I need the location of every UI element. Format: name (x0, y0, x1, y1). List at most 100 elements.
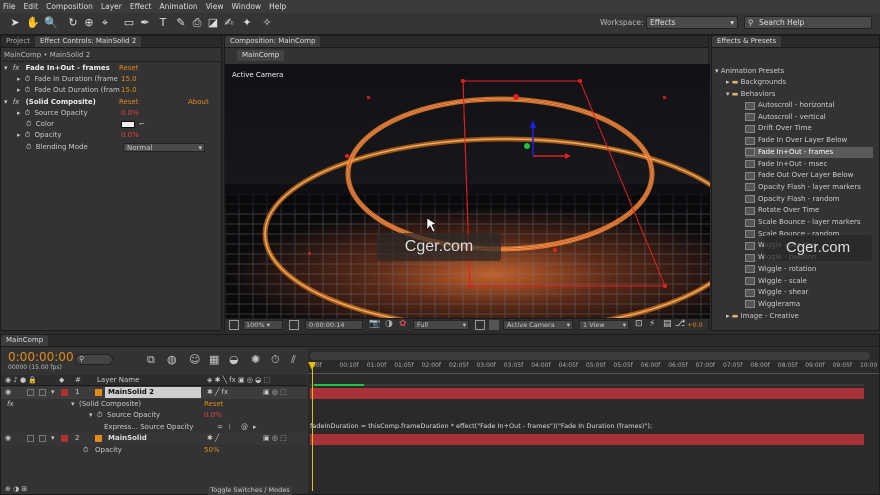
preset-item[interactable]: Autoscroll - horizontal (745, 100, 873, 111)
stopwatch-icon[interactable]: ⏱ (83, 445, 88, 456)
time-graph[interactable]: 00f 00:10f 01:00f 01:05f 02:00f 02:05f 03:00f 0… (308, 348, 879, 494)
snapshot-icon[interactable]: 📷 (369, 319, 380, 329)
preset-item[interactable]: Fade Out Over Layer Below (745, 170, 873, 181)
show-snapshot-icon[interactable]: ◑ (385, 319, 393, 329)
solo-box[interactable] (27, 389, 34, 396)
menu-effect[interactable]: Effect (130, 2, 152, 11)
expand-arrow-icon[interactable]: ▸ (17, 131, 21, 139)
preset-item[interactable]: Wiggle - shear (745, 287, 873, 298)
expression-text[interactable]: fadeInDuration = thisComp.frameDuration … (310, 422, 652, 430)
expand-arrow-icon[interactable]: ▾ (51, 434, 55, 442)
preset-item[interactable]: Drift Over Time (745, 123, 873, 134)
expand-arrow-icon[interactable]: ▾ (71, 399, 75, 410)
expression-enable-icon[interactable]: = (217, 422, 223, 433)
preset-item[interactable]: Rotate Over Time (745, 205, 873, 216)
timecode-field[interactable]: 0:00:00:14 (305, 320, 363, 330)
eye-icon[interactable]: ◉ (5, 434, 11, 442)
channels-icon[interactable]: ✿ (399, 319, 407, 329)
reset-link[interactable]: Reset (119, 97, 139, 108)
expand-arrow-icon[interactable]: ▸ (17, 86, 21, 94)
stopwatch-icon[interactable]: ⏱ (25, 75, 30, 83)
comp-subtab[interactable]: MainComp (237, 50, 285, 61)
frame-blending-icon[interactable]: ▦ (209, 353, 219, 366)
effect-row-solid-composite[interactable]: ▾ fx (Solid Composite) Reset About (4, 97, 220, 108)
menu-composition[interactable]: Composition (46, 2, 93, 11)
resolution-select[interactable]: Full ▾ (413, 320, 469, 330)
zoom-tool-icon[interactable]: 🔍 (44, 16, 58, 30)
draft-3d-icon[interactable]: ◍ (167, 353, 177, 366)
property-value[interactable]: 0.0% (204, 410, 222, 421)
lock-box[interactable] (39, 389, 46, 396)
menu-help[interactable]: Help (269, 2, 286, 11)
stopwatch-icon[interactable]: ⏱ (26, 120, 31, 128)
layer-row[interactable]: ◉ ▾ 1 MainSolid 2 ✱ ╱ fx ▣ ◎ ⬚ (1, 387, 307, 399)
preset-item[interactable]: Opacity Flash - random (745, 194, 873, 205)
time-ruler[interactable]: 00f 00:10f 01:00f 01:05f 02:00f 02:05f 03:00f 0… (308, 362, 879, 372)
layer-bar[interactable] (310, 434, 864, 445)
menu-file[interactable]: File (3, 2, 16, 11)
safe-zones-icon[interactable] (289, 320, 299, 330)
preset-item[interactable]: Scale Bounce - layer markers (745, 217, 873, 228)
brainstorm-icon[interactable]: ✺ (251, 353, 260, 366)
puppet-star-tool-icon[interactable]: ✧ (260, 16, 274, 30)
region-toggle-icon[interactable] (229, 320, 239, 330)
property-value[interactable]: 50% (204, 445, 220, 456)
expression-language-icon[interactable]: ▸ (253, 422, 257, 433)
tree-folder[interactable]: ▸ ▬ Backgrounds (726, 77, 786, 88)
brush-tool-icon[interactable]: ✎ (174, 16, 188, 30)
stopwatch-icon[interactable]: ⏱ (25, 109, 30, 117)
about-link[interactable]: About (188, 97, 209, 108)
solo-box[interactable] (27, 435, 34, 442)
tree-folder[interactable]: ▾ ▬ Behaviors (726, 89, 775, 100)
lock-box[interactable] (39, 435, 46, 442)
comp-mini-flowchart-icon[interactable]: ⧉ (147, 353, 155, 367)
expand-arrow-icon[interactable]: ▾ (715, 67, 719, 75)
tab-timeline-maincomp[interactable]: MainComp (1, 335, 49, 346)
preset-item[interactable]: Autoscroll - vertical (745, 112, 873, 123)
layer-row[interactable]: ◉ ▾ 2 MainSolid ✱ ╱ ▣ ◎ ⬚ (1, 433, 307, 445)
workspace-select[interactable]: Effects ▾ (646, 16, 738, 29)
exposure-value[interactable]: +0.0 (687, 321, 703, 329)
menu-view[interactable]: View (206, 2, 224, 11)
fx-badge[interactable]: fx (13, 98, 20, 106)
layer-switches[interactable]: ▣ ◎ ⬚ (263, 388, 287, 396)
layer-switches[interactable]: ▣ ◎ ⬚ (263, 434, 287, 442)
footer-icons[interactable]: ⊕ ◑ ⊞ (5, 485, 27, 493)
expand-arrow-icon[interactable]: ▾ (51, 388, 55, 396)
pen-tool-icon[interactable]: ✒ (138, 16, 152, 30)
expand-arrow-icon[interactable]: ▸ (17, 75, 21, 83)
fast-previews-icon[interactable]: ⚡ (649, 319, 655, 329)
tree-folder[interactable]: ▸ ▬ Image - Creative (726, 311, 799, 322)
zoom-select[interactable]: 100% ▾ (243, 320, 283, 330)
expand-arrow-icon[interactable]: ▸ (726, 78, 730, 86)
menu-animation[interactable]: Animation (159, 2, 197, 11)
comp-viewer[interactable]: Active Camera Cger.com (225, 64, 710, 318)
preset-item[interactable]: Fade In+Out - frames (745, 146, 873, 158)
tab-composition[interactable]: Composition: MainComp (225, 36, 321, 47)
preset-item[interactable]: Wiggle - scale (745, 276, 873, 287)
toggle-pixel-aspect-icon[interactable]: ⊡ (635, 319, 643, 329)
layer-name-header[interactable]: Layer Name (97, 376, 139, 384)
graph-editor-icon[interactable]: ⫽ (291, 353, 296, 367)
stopwatch-icon[interactable]: ⏱ (25, 86, 30, 94)
reset-link[interactable]: Reset (119, 63, 139, 74)
transparency-grid-icon[interactable] (489, 320, 499, 330)
timeline-icon[interactable]: ▤ (663, 319, 672, 329)
clone-stamp-tool-icon[interactable]: ⎙ (190, 16, 204, 30)
timeline-search-input[interactable]: ⚲ (75, 354, 113, 365)
stopwatch-icon[interactable]: ⏱ (25, 131, 30, 139)
hand-tool-icon[interactable]: ✋ (26, 16, 40, 30)
tab-project[interactable]: Project (1, 36, 35, 47)
pickwhip-icon[interactable]: @ (241, 422, 248, 433)
camera-select[interactable]: Active Camera ▾ (503, 320, 573, 330)
layer-switches[interactable]: ✱ ╱ (207, 434, 219, 442)
preset-item[interactable]: Fade In Over Layer Below (745, 135, 873, 146)
preset-item[interactable]: Wiggle - rotation (745, 264, 873, 275)
shy-layers-icon[interactable]: ☺ (189, 353, 200, 366)
property-value[interactable]: 0.0% (121, 130, 139, 141)
work-area-bar[interactable] (310, 352, 870, 360)
color-swatch[interactable] (121, 121, 135, 128)
pan-behind-tool-icon[interactable]: ⌖ (98, 16, 112, 30)
layer-name[interactable]: MainSolid (108, 434, 147, 442)
menu-edit[interactable]: Edit (24, 2, 39, 11)
